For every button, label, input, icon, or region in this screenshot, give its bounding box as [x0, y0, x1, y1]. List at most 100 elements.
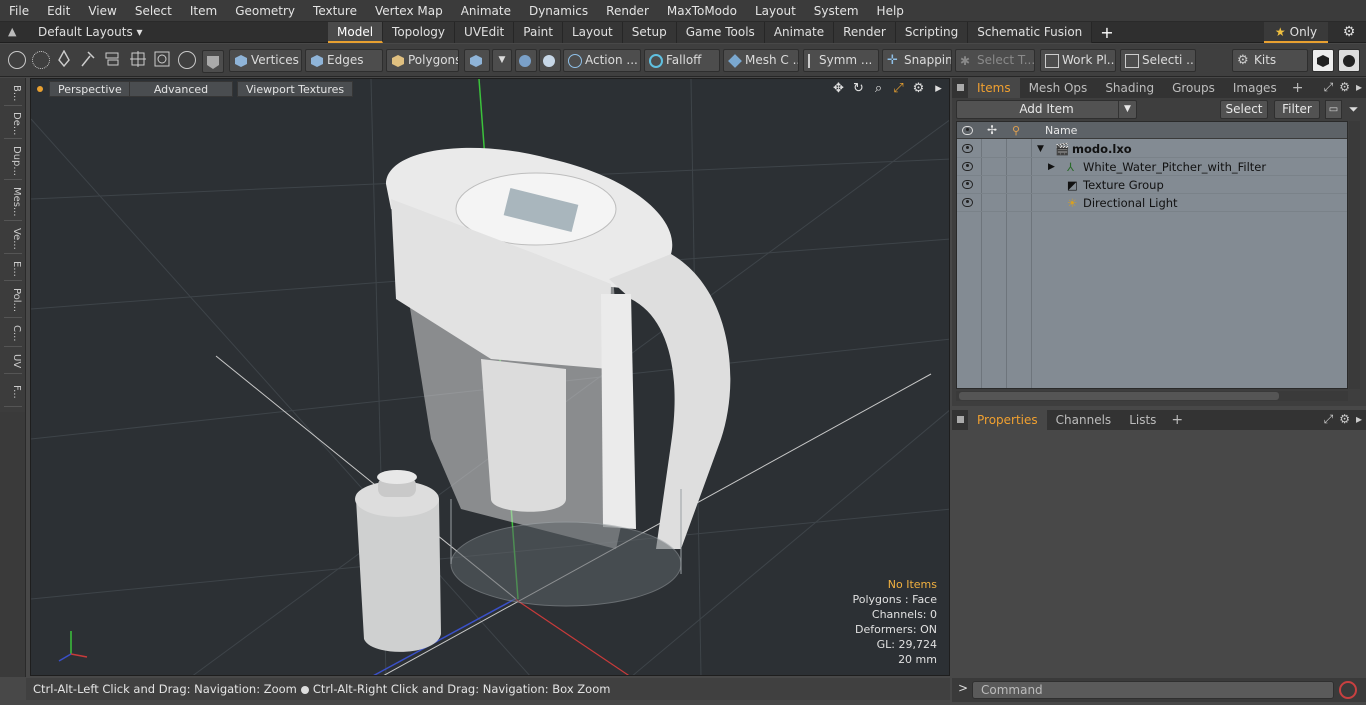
- menu-layout[interactable]: Layout: [746, 0, 805, 22]
- box-select-icon[interactable]: [153, 50, 175, 73]
- menu-select[interactable]: Select: [126, 0, 181, 22]
- visibility-eye-icon[interactable]: [962, 180, 973, 189]
- tree-row-modo-lxo[interactable]: ▼ 🎬 modo.lxo: [957, 140, 1347, 158]
- selection-sets-button[interactable]: Selecti ...: [1120, 49, 1196, 72]
- name-column-header[interactable]: Name: [1045, 122, 1077, 139]
- menu-vertex-map[interactable]: Vertex Map: [366, 0, 452, 22]
- symmetry-button[interactable]: Symm ...: [803, 49, 879, 72]
- vertices-button[interactable]: Vertices: [229, 49, 302, 72]
- scene-render[interactable]: [31, 79, 950, 676]
- tool-tab-uv[interactable]: UV: [4, 350, 22, 374]
- pen-tool-icon[interactable]: [56, 50, 76, 73]
- edges-button[interactable]: Edges: [305, 49, 383, 72]
- panel-expand-icon[interactable]: ⤢: [1324, 80, 1334, 95]
- add-panel-tab-icon[interactable]: +: [1286, 80, 1310, 96]
- 3d-viewport[interactable]: Perspective Advanced Viewport Textures ✥…: [30, 78, 950, 676]
- maximize-icon[interactable]: ⤢: [891, 81, 906, 97]
- timer-icon[interactable]: [178, 51, 196, 69]
- select-through-button[interactable]: ✱ Select T...: [955, 49, 1035, 72]
- filter-button[interactable]: Filter: [1274, 100, 1320, 119]
- tree-row-pitcher[interactable]: ▶ ⅄ White_Water_Pitcher_with_Filter: [957, 158, 1347, 176]
- only-button[interactable]: ★ Only: [1264, 22, 1328, 43]
- collapse-icon[interactable]: ▭: [1325, 100, 1342, 119]
- menu-maxtomodo[interactable]: MaxToModo: [658, 0, 746, 22]
- work-plane-button[interactable]: Work Pl...: [1040, 49, 1116, 72]
- perspective-button[interactable]: Perspective: [49, 81, 131, 97]
- scrollbar-thumb[interactable]: [959, 392, 1279, 400]
- panel-arrow-icon[interactable]: ▸: [1356, 80, 1362, 95]
- visibility-eye-icon[interactable]: [962, 198, 973, 207]
- tree-horizontal-scrollbar[interactable]: [956, 391, 1348, 401]
- tab-channels[interactable]: Channels: [1047, 410, 1121, 430]
- default-layouts-dropdown[interactable]: Default Layouts ▾: [38, 22, 143, 43]
- tool-tab-edge[interactable]: E...: [4, 257, 22, 281]
- funnel-icon[interactable]: ⏷: [1345, 100, 1362, 119]
- expand-arrow-icon[interactable]: ▶: [1048, 158, 1055, 176]
- action-center-button[interactable]: Action ...: [563, 49, 641, 72]
- stop-record-icon[interactable]: [1339, 681, 1357, 699]
- unreal-logo-icon[interactable]: [1338, 49, 1360, 72]
- rotate-icon[interactable]: ↻: [851, 81, 866, 97]
- tab-images[interactable]: Images: [1224, 78, 1286, 98]
- tab-items[interactable]: Items: [968, 78, 1020, 98]
- menu-help[interactable]: Help: [868, 0, 913, 22]
- menu-item[interactable]: Item: [181, 0, 226, 22]
- kits-button[interactable]: ⚙ Kits: [1232, 49, 1308, 72]
- mesh-constraints-button[interactable]: Mesh C ...: [723, 49, 799, 72]
- tab-paint[interactable]: Paint: [514, 22, 563, 43]
- tab-setup[interactable]: Setup: [622, 22, 677, 43]
- menu-system[interactable]: System: [805, 0, 868, 22]
- tree-row-directional-light[interactable]: ☀ Directional Light: [957, 194, 1347, 212]
- add-item-dropdown[interactable]: Add Item ▼: [956, 100, 1137, 119]
- brush-tool-icon[interactable]: [80, 50, 100, 73]
- tree-row-texture-group[interactable]: ◩ Texture Group: [957, 176, 1347, 194]
- add-panel-tab-icon[interactable]: +: [1165, 412, 1189, 428]
- circle-select-icon[interactable]: [8, 51, 26, 69]
- viewport-textures-button[interactable]: Viewport Textures: [237, 81, 354, 97]
- select-button[interactable]: Select: [1220, 100, 1268, 119]
- tab-lists[interactable]: Lists: [1120, 410, 1165, 430]
- tab-properties[interactable]: Properties: [968, 410, 1047, 430]
- pan-icon[interactable]: ✥: [831, 81, 846, 97]
- mode-dropdown-arrow-icon[interactable]: ▼: [492, 49, 512, 72]
- tab-model[interactable]: Model: [328, 22, 384, 43]
- tab-animate[interactable]: Animate: [764, 22, 835, 43]
- advanced-button[interactable]: Advanced: [129, 81, 233, 97]
- panel-expand-icon[interactable]: ⤢: [1324, 412, 1334, 427]
- tab-groups[interactable]: Groups: [1163, 78, 1224, 98]
- tab-topology[interactable]: Topology: [383, 22, 456, 43]
- tab-uvedit[interactable]: UVEdit: [455, 22, 515, 43]
- tab-layout[interactable]: Layout: [562, 22, 623, 43]
- texture-icon[interactable]: [539, 49, 561, 72]
- panel-gear-icon[interactable]: ⚙: [1339, 412, 1350, 427]
- add-tab-plus-icon[interactable]: +: [1092, 22, 1121, 43]
- visibility-eye-icon[interactable]: [962, 162, 973, 171]
- tool-tab-duplicate[interactable]: Dup...: [4, 142, 22, 180]
- polygons-button[interactable]: Polygons: [386, 49, 459, 72]
- tool-tab-mesh-edit[interactable]: Mes...: [4, 183, 22, 221]
- tab-render[interactable]: Render: [834, 22, 896, 43]
- command-input[interactable]: Command: [972, 681, 1334, 699]
- panel-corner-icon[interactable]: [952, 78, 968, 98]
- tool-tab-b[interactable]: B...: [4, 82, 22, 106]
- snapping-button[interactable]: ✛ Snapping: [882, 49, 952, 72]
- viewport-menu-dot-icon[interactable]: [37, 86, 43, 92]
- layout-pin-icon[interactable]: ▲: [8, 25, 22, 39]
- menu-file[interactable]: File: [0, 0, 38, 22]
- item-mode-button[interactable]: [464, 49, 490, 72]
- visibility-eye-icon[interactable]: [962, 144, 973, 153]
- tab-schematic-fusion[interactable]: Schematic Fusion: [968, 22, 1093, 43]
- align-tool-icon[interactable]: [104, 50, 126, 73]
- tool-tab-vertex[interactable]: Ve...: [4, 224, 22, 254]
- layout-gear-icon[interactable]: ⚙: [1340, 24, 1358, 41]
- tree-vertical-scrollbar[interactable]: [1349, 121, 1360, 389]
- unity-logo-icon[interactable]: [1312, 49, 1334, 72]
- viewport-gear-icon[interactable]: ⚙: [911, 81, 926, 97]
- tool-tab-polygon[interactable]: Pol...: [4, 284, 22, 318]
- tab-mesh-ops[interactable]: Mesh Ops: [1020, 78, 1097, 98]
- tool-tab-fusion[interactable]: F...: [4, 377, 22, 407]
- shield-mode-icon[interactable]: [202, 50, 224, 73]
- panel-arrow-icon[interactable]: ▸: [1356, 412, 1362, 427]
- expand-arrow-icon[interactable]: ▼: [1037, 140, 1044, 158]
- panel-corner-icon[interactable]: [952, 410, 968, 430]
